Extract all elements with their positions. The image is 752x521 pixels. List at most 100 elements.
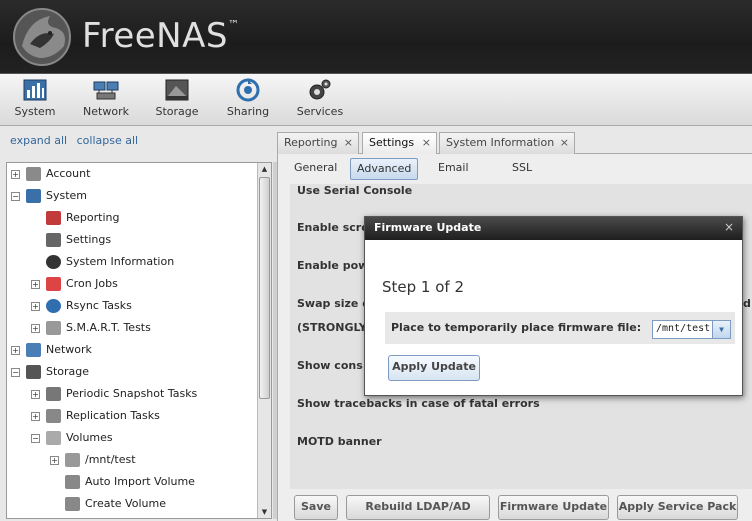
- scroll-down-icon[interactable]: ▼: [259, 506, 270, 518]
- tree-item-label: Periodic Snapshot Tasks: [66, 387, 198, 400]
- dialog-title: Firmware Update: [365, 217, 742, 240]
- apply-service-pack-button[interactable]: Apply Service Pack: [617, 495, 738, 520]
- subtab-email[interactable]: Email: [432, 158, 475, 180]
- toolbar-network-button[interactable]: Network: [76, 78, 136, 122]
- collapse-toggle-icon[interactable]: −: [11, 367, 20, 377]
- collapse-all-link[interactable]: collapse all: [77, 134, 138, 147]
- tree-item-label: System Information: [66, 255, 175, 268]
- tree-item-mnt-test[interactable]: + /mnt/test: [50, 450, 136, 470]
- network-icon: [26, 343, 41, 357]
- firmware-update-button[interactable]: Firmware Update: [498, 495, 609, 520]
- settings-subtabs: General Advanced Email SSL: [278, 156, 752, 182]
- enable-powerd-label: Enable pow: [297, 259, 369, 272]
- expand-toggle-icon[interactable]: +: [31, 389, 40, 399]
- subtab-general[interactable]: General: [288, 158, 343, 180]
- scrollbar-thumb[interactable]: [259, 177, 270, 399]
- scroll-up-icon[interactable]: ▲: [259, 163, 270, 175]
- tree-item-replication-tasks[interactable]: + Replication Tasks: [31, 406, 160, 426]
- tree-item-cron-jobs[interactable]: + Cron Jobs: [31, 274, 118, 294]
- tree-item-system[interactable]: − System: [11, 186, 87, 206]
- tree-item-label: Cron Jobs: [66, 277, 118, 290]
- tree-item-label: Storage: [46, 365, 90, 378]
- import-icon: [65, 475, 80, 489]
- firmware-update-dialog: Firmware Update × Step 1 of 2 Place to t…: [364, 216, 743, 396]
- serial-console-label: Use Serial Console: [297, 184, 413, 197]
- close-icon[interactable]: ×: [422, 133, 431, 153]
- expand-toggle-icon[interactable]: +: [11, 345, 20, 355]
- toolbar-system-button[interactable]: System: [5, 78, 65, 122]
- tree-item-reporting[interactable]: Reporting: [46, 208, 119, 228]
- expand-toggle-icon[interactable]: +: [11, 169, 20, 179]
- motd-banner-label: MOTD banner: [297, 435, 382, 448]
- tree-item-label: Reporting: [66, 211, 120, 224]
- collapse-toggle-icon[interactable]: −: [11, 191, 20, 201]
- toolbar-system-label: System: [14, 105, 56, 118]
- services-icon: [309, 79, 331, 100]
- system-icon: [26, 189, 41, 203]
- replication-icon: [46, 409, 61, 423]
- expand-toggle-icon[interactable]: +: [50, 455, 59, 465]
- firmware-location-select[interactable]: /mnt/test ▼: [652, 320, 731, 339]
- tab-system-information[interactable]: System Information ×: [439, 132, 575, 154]
- expand-toggle-icon[interactable]: +: [31, 279, 40, 289]
- toolbar-network-label: Network: [83, 105, 129, 118]
- storage-icon: [165, 79, 189, 101]
- tree-item-label: Replication Tasks: [66, 409, 160, 422]
- account-icon: [26, 167, 41, 181]
- tree-item-storage[interactable]: − Storage: [11, 362, 89, 382]
- tab-reporting[interactable]: Reporting ×: [277, 132, 359, 154]
- navigation-tree: + Account − System Reporting Settings Syst…: [6, 162, 272, 519]
- toolbar-services-button[interactable]: Services: [290, 78, 350, 122]
- expand-toggle-icon[interactable]: +: [31, 411, 40, 421]
- toolbar-services-label: Services: [296, 105, 344, 118]
- apply-update-button[interactable]: Apply Update: [388, 355, 480, 381]
- tree-item-system-information[interactable]: System Information: [46, 252, 174, 272]
- tab-bar: Reporting × Settings × System Informatio…: [277, 130, 752, 155]
- tree-item-rsync-tasks[interactable]: + Rsync Tasks: [31, 296, 132, 316]
- tree-item-label: Settings: [66, 233, 112, 246]
- system-icon: [23, 79, 47, 101]
- tree-scrollbar[interactable]: ▲ ▼: [257, 163, 271, 518]
- tree-item-label: Volumes: [66, 431, 113, 444]
- expand-toggle-icon[interactable]: +: [31, 323, 40, 333]
- sharing-icon: [236, 78, 260, 102]
- tree-item-label: Account: [46, 167, 91, 180]
- expand-all-link[interactable]: expand all: [10, 134, 67, 147]
- toolbar-storage-button[interactable]: Storage: [147, 78, 207, 122]
- main-toolbar: System Network Storage Sharing Services: [0, 74, 752, 126]
- toolbar-sharing-button[interactable]: Sharing: [218, 78, 278, 122]
- expand-toggle-icon[interactable]: +: [31, 301, 40, 311]
- tree-item-label: Create Volume: [85, 497, 166, 510]
- firmware-location-row: Place to temporarily place firmware file…: [385, 312, 735, 344]
- settings-actions: Save Rebuild LDAP/AD Cache Firmware Upda…: [278, 495, 752, 521]
- close-icon[interactable]: ×: [344, 133, 353, 153]
- rebuild-ldap-cache-button[interactable]: Rebuild LDAP/AD Cache: [346, 495, 490, 520]
- toolbar-sharing-label: Sharing: [226, 105, 270, 118]
- smart-icon: [46, 321, 61, 335]
- info-icon: [46, 255, 61, 269]
- tree-item-settings[interactable]: Settings: [46, 230, 111, 250]
- volumes-icon: [46, 431, 61, 445]
- tree-item-smart-tests[interactable]: + S.M.A.R.T. Tests: [31, 318, 151, 338]
- storage-icon: [26, 365, 41, 379]
- chevron-down-icon[interactable]: ▼: [712, 321, 730, 338]
- tab-settings[interactable]: Settings ×: [362, 132, 437, 155]
- tree-item-volumes[interactable]: − Volumes: [31, 428, 113, 448]
- tab-label: Settings: [369, 136, 415, 149]
- tree-controls: expand all collapse all: [10, 134, 144, 147]
- subtab-advanced[interactable]: Advanced: [350, 158, 419, 180]
- save-button[interactable]: Save: [294, 495, 338, 520]
- tree-item-auto-import-volume[interactable]: Auto Import Volume: [65, 472, 195, 492]
- reporting-icon: [46, 211, 61, 225]
- firmware-location-label: Place to temporarily place firmware file…: [391, 321, 642, 334]
- close-icon[interactable]: ×: [560, 133, 569, 153]
- logo-text: FreeNAS™: [82, 16, 240, 56]
- close-icon[interactable]: ×: [724, 220, 734, 234]
- tree-item-network[interactable]: + Network: [11, 340, 92, 360]
- tree-item-account[interactable]: + Account: [11, 164, 90, 184]
- subtab-ssl[interactable]: SSL: [506, 158, 538, 180]
- collapse-toggle-icon[interactable]: −: [31, 433, 40, 443]
- tree-item-periodic-snapshot-tasks[interactable]: + Periodic Snapshot Tasks: [31, 384, 197, 404]
- dialog-step-indicator: Step 1 of 2: [382, 278, 465, 296]
- tree-item-create-volume[interactable]: Create Volume: [65, 494, 166, 514]
